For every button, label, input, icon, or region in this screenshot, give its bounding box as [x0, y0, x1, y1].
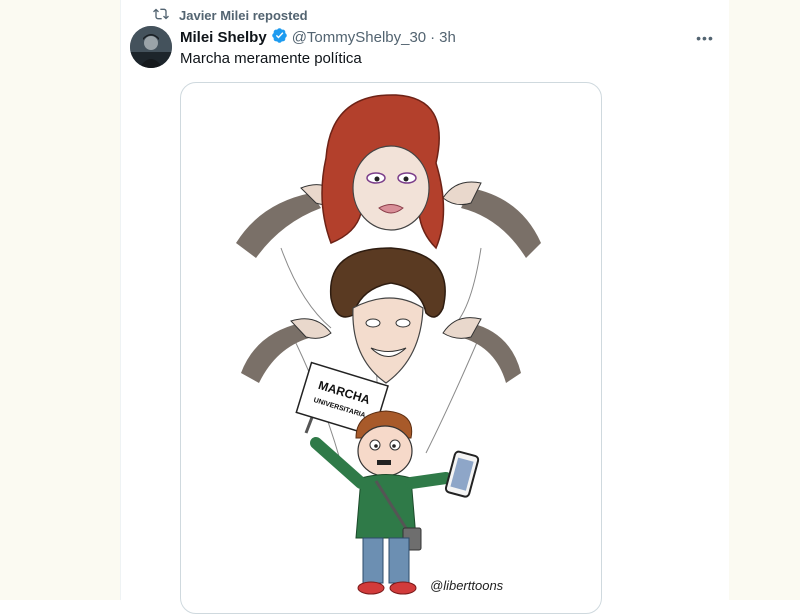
- repost-label[interactable]: Javier Milei reposted: [179, 8, 308, 23]
- user-handle[interactable]: @TommyShelby_30: [292, 29, 426, 46]
- avatar[interactable]: [130, 26, 172, 68]
- tweet-media-image[interactable]: MARCHA UNIVERSITARIA @liberttoons: [180, 82, 602, 614]
- timeline-feed: Javier Milei reposted Milei Shelby @Tomm…: [120, 0, 729, 614]
- artist-credit: @liberttoons: [430, 578, 504, 593]
- separator-dot: ·: [430, 28, 436, 46]
- more-icon: •••: [696, 30, 714, 46]
- right-background: [728, 0, 800, 600]
- cartoon-illustration: MARCHA UNIVERSITARIA: [236, 94, 541, 595]
- tweet-header: Milei Shelby @TommyShelby_30 · 3h: [180, 26, 456, 48]
- tweet-text: Marcha meramente política: [180, 50, 362, 67]
- display-name[interactable]: Milei Shelby: [180, 29, 267, 46]
- repost-indicator: Javier Milei reposted: [153, 5, 308, 25]
- verified-badge-icon: [271, 27, 288, 48]
- timestamp[interactable]: 3h: [439, 29, 456, 46]
- more-options-button[interactable]: •••: [691, 24, 719, 52]
- left-background: [0, 0, 120, 600]
- repost-icon: [153, 6, 169, 25]
